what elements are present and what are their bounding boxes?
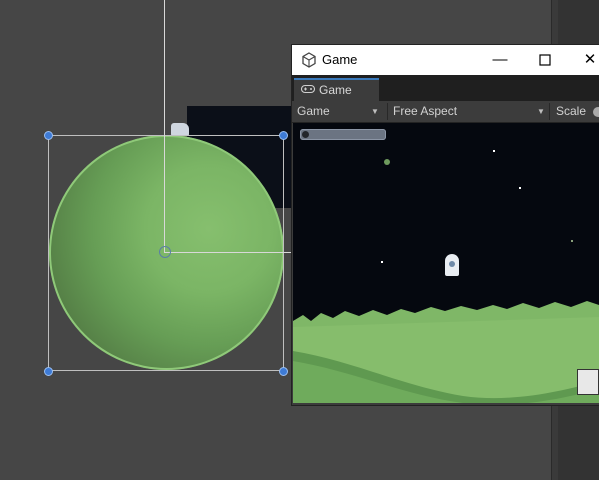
toolbar-divider	[387, 103, 388, 120]
ui-progress-knob	[302, 131, 309, 138]
scale-slider-knob[interactable]	[593, 107, 599, 117]
signpost-sprite	[577, 369, 599, 395]
rocket-window	[449, 261, 455, 267]
star	[493, 150, 495, 152]
game-window-titlebar[interactable]: Game — ✕	[292, 45, 599, 75]
star	[519, 187, 521, 189]
aspect-dropdown-arrow-icon[interactable]: ▼	[537, 101, 545, 122]
gizmo-axis-y[interactable]	[164, 0, 165, 253]
star	[381, 261, 383, 263]
gamepad-icon-svg	[300, 84, 316, 94]
star	[571, 240, 573, 242]
ui-progress-bar	[300, 129, 386, 140]
maximize-icon[interactable]	[534, 50, 556, 70]
game-toolbar: Game ▼ Free Aspect ▼ Scale	[292, 101, 599, 123]
tab-game[interactable]: Game	[294, 78, 379, 101]
rect-handle-bottom-right[interactable]	[279, 367, 288, 376]
window-title: Game	[322, 52, 358, 67]
gamepad-icon	[300, 84, 316, 97]
rect-handle-bottom-left[interactable]	[44, 367, 53, 376]
scale-label: Scale	[556, 104, 587, 118]
tab-bar: Game	[292, 75, 599, 101]
small-planet	[384, 159, 390, 165]
close-icon[interactable]: ✕	[579, 50, 599, 70]
maximize-icon-svg	[539, 54, 551, 66]
display-dropdown-arrow-icon[interactable]: ▼	[371, 101, 379, 122]
game-view-render[interactable]	[293, 123, 599, 403]
rocket-sprite	[445, 254, 459, 276]
ground-terrain	[293, 301, 599, 403]
rect-handle-top-left[interactable]	[44, 131, 53, 140]
unity-cube-icon-svg	[302, 52, 316, 68]
pivot-handle[interactable]	[159, 246, 171, 258]
aspect-dropdown[interactable]: Free Aspect	[393, 101, 543, 122]
unity-cube-icon	[301, 52, 317, 68]
game-window: Game — ✕ Game Game ▼ Free Aspect ▼ Scale	[292, 45, 599, 405]
gizmo-axis-x[interactable]	[164, 252, 294, 253]
toolbar-divider	[549, 103, 550, 120]
display-dropdown[interactable]: Game	[297, 101, 382, 122]
tab-game-label: Game	[319, 83, 352, 97]
rect-handle-top-right[interactable]	[279, 131, 288, 140]
minimize-icon[interactable]: —	[489, 50, 511, 70]
